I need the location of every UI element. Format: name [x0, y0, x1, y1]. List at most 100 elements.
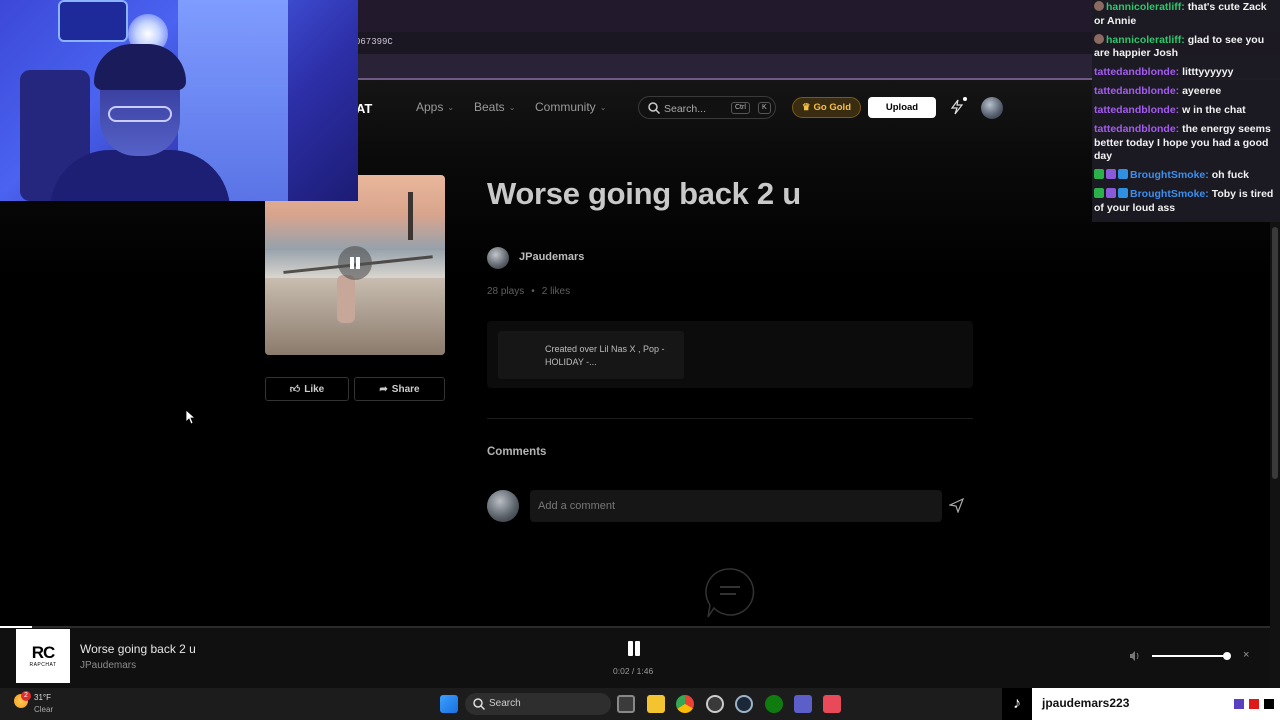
webcam-streamer-hair: [94, 44, 186, 90]
chat-username[interactable]: BroughtSmoke: [1130, 169, 1205, 181]
close-player-icon[interactable]: ×: [1243, 649, 1249, 661]
chat-message: tattedandblonde: ayeeree: [1094, 85, 1278, 99]
share-label: Share: [391, 383, 420, 395]
go-gold-button[interactable]: ♛ Go Gold: [792, 97, 861, 118]
chat-username[interactable]: hannicoleratliff: [1106, 1, 1181, 13]
shortcut-ctrl: Ctrl: [731, 102, 750, 114]
like-button[interactable]: 👍︎ Like: [265, 377, 349, 401]
chevron-down-icon: ⌄: [447, 102, 455, 112]
cover-person: [337, 275, 355, 323]
chat-username[interactable]: BroughtSmoke: [1130, 188, 1205, 200]
track-cover-art[interactable]: [265, 175, 445, 355]
play-count: 28 plays: [487, 286, 525, 297]
nav-community-label: Community: [535, 100, 596, 114]
chat-username[interactable]: tattedandblonde: [1094, 85, 1176, 97]
player-bar: [0, 628, 1270, 688]
chat-username[interactable]: tattedandblonde: [1094, 123, 1176, 135]
chat-message: BroughtSmoke: Toby is tired of your loud…: [1094, 188, 1278, 215]
artist-name[interactable]: JPaudemars: [519, 251, 584, 263]
tiktok-username: jpaudemars223: [1042, 696, 1130, 710]
comments-heading: Comments: [487, 446, 547, 458]
task-view-icon[interactable]: [617, 695, 635, 713]
player-logo-subtext: RAPCHAT: [29, 662, 57, 668]
nav-beats-label: Beats: [474, 100, 505, 114]
address-url[interactable]: 067399C: [355, 37, 393, 47]
file-explorer-icon[interactable]: [647, 695, 665, 713]
nav-apps-label: Apps: [416, 100, 444, 114]
chat-badge-icon: [1118, 169, 1128, 180]
commenter-avatar: [487, 490, 519, 522]
chat-message: tattedandblonde: w in the chat: [1094, 104, 1278, 118]
tiktok-icon: ♪: [1002, 688, 1032, 720]
chat-badge-icon: [1094, 1, 1104, 11]
volume-icon[interactable]: [1129, 650, 1141, 662]
scrollbar-thumb[interactable]: [1272, 227, 1278, 479]
nav-apps[interactable]: Apps ⌄: [416, 100, 454, 114]
search-box[interactable]: Search... Ctrl K: [638, 96, 776, 119]
player-artist[interactable]: JPaudemars: [80, 660, 136, 671]
chat-badge-icon: [1094, 169, 1104, 180]
grid-app-icon[interactable]: [794, 695, 812, 713]
track-title: Worse going back 2 u: [487, 176, 801, 211]
stats-separator: •: [531, 286, 535, 297]
chat-badge-icon: [1118, 188, 1128, 199]
xbox-icon[interactable]: [765, 695, 783, 713]
chat-username[interactable]: tattedandblonde: [1094, 66, 1176, 78]
start-icon[interactable]: [440, 695, 458, 713]
chrome-icon[interactable]: [676, 695, 694, 713]
page-scrollbar[interactable]: [1270, 222, 1280, 688]
stream-chat-overlay: hannicoleratliff: that's cute Zack or An…: [1092, 0, 1280, 222]
chevron-down-icon: ⌄: [599, 102, 607, 112]
beat-credit-text: Created over Lil Nas X , Pop - HOLIDAY -…: [545, 344, 665, 367]
beat-credit-chip[interactable]: Created over Lil Nas X , Pop - HOLIDAY -…: [498, 331, 684, 379]
taskbar-search[interactable]: Search: [465, 693, 611, 715]
chevron-down-icon: ⌄: [508, 102, 516, 112]
artist-avatar[interactable]: [487, 247, 509, 269]
track-stats: 28 plays • 2 likes: [487, 286, 570, 297]
overlay-swatch-black: [1264, 699, 1274, 709]
search-icon: [648, 102, 661, 115]
comment-input[interactable]: [530, 490, 942, 522]
pause-icon[interactable]: [626, 640, 642, 656]
nav-community[interactable]: Community ⌄: [535, 100, 606, 114]
volume-slider-fill: [1152, 655, 1228, 657]
weather-condition[interactable]: Clear: [34, 705, 53, 714]
crown-icon: ♛: [802, 102, 811, 113]
like-count: 2 likes: [541, 286, 571, 297]
pause-overlay-icon[interactable]: [338, 246, 372, 280]
chat-text: w in the chat: [1182, 104, 1246, 117]
mouse-cursor: [186, 410, 196, 425]
player-logo-text: RC: [31, 643, 56, 662]
search-icon: [473, 698, 486, 711]
player-time: 0:02 / 1:46: [613, 666, 654, 676]
chat-badge-icon: [1106, 169, 1116, 180]
weather-temp[interactable]: 31°F: [34, 693, 51, 702]
chat-badge-icon: [1094, 188, 1104, 199]
overlay-swatch-red: [1249, 699, 1259, 709]
upload-button[interactable]: Upload: [868, 97, 936, 118]
share-button[interactable]: ➦ Share: [354, 377, 445, 401]
nav-beats[interactable]: Beats ⌄: [474, 100, 515, 114]
notification-dot: [963, 97, 967, 101]
rapchat-app-icon[interactable]: [823, 695, 841, 713]
share-icon: ➦: [379, 383, 388, 395]
chat-message: tattedandblonde: the energy seems better…: [1094, 123, 1278, 164]
steam-icon[interactable]: [735, 695, 753, 713]
go-gold-label: Go Gold: [813, 102, 851, 113]
notifications-bolt-icon[interactable]: [950, 99, 964, 115]
taskbar-search-label: Search: [489, 698, 521, 709]
chat-username[interactable]: hannicoleratliff: [1106, 34, 1181, 46]
chat-message: tattedandblonde: litttyyyyyy: [1094, 66, 1278, 80]
player-track-title[interactable]: Worse going back 2 u: [80, 642, 196, 656]
send-icon[interactable]: [949, 498, 964, 513]
chat-message: hannicoleratliff: glad to see you are ha…: [1094, 33, 1278, 61]
obs-icon[interactable]: [706, 695, 724, 713]
section-divider: [487, 418, 973, 419]
chat-badge-icon: [1094, 33, 1104, 44]
player-logo[interactable]: RC RAPCHAT: [16, 629, 70, 683]
site-logo[interactable]: AT: [356, 101, 372, 116]
chat-username[interactable]: tattedandblonde: [1094, 104, 1176, 116]
cover-lighthouse: [408, 192, 413, 240]
chat-text: ayeeree: [1182, 85, 1222, 98]
user-avatar[interactable]: [981, 97, 1003, 119]
